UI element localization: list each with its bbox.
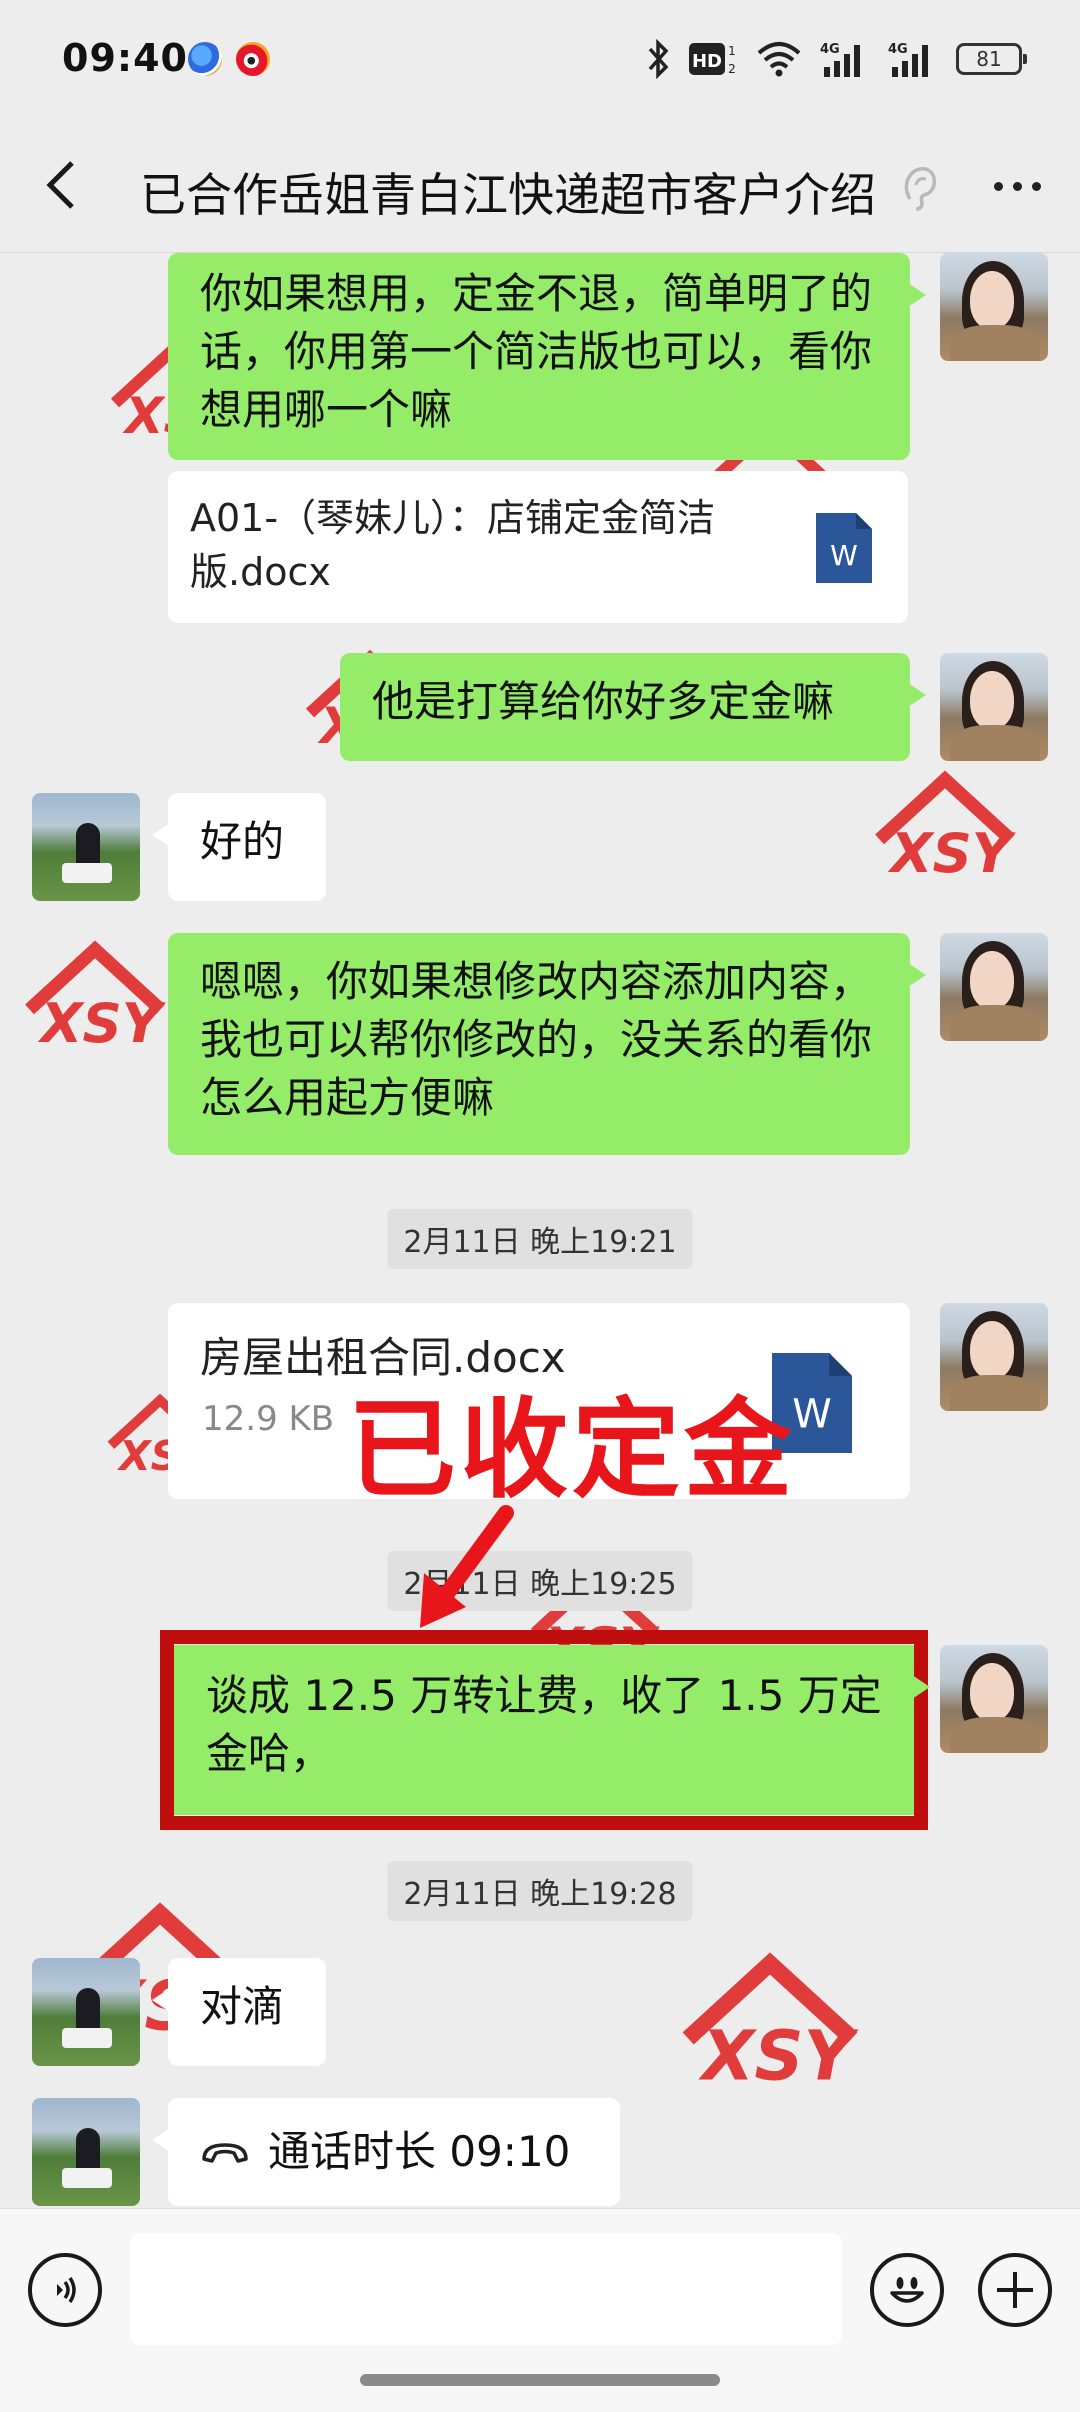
watermark-logo: XSY bbox=[682, 1952, 860, 2093]
plus-button[interactable] bbox=[978, 2253, 1052, 2327]
message-text: 好的 bbox=[200, 817, 285, 866]
annotation-text: 已收定金 bbox=[348, 1388, 797, 1513]
message-bubble-sent[interactable]: 他是打算给你好多定金嘛 bbox=[340, 653, 926, 761]
bluetooth-icon bbox=[648, 39, 669, 79]
more-dots-icon bbox=[993, 181, 1003, 191]
avatar[interactable] bbox=[940, 653, 1048, 761]
message-bubble-sent[interactable]: 嗯嗯，你如果想修改内容添加内容，我也可以帮你修改的，没关系的看你怎么用起方便嘛 bbox=[168, 933, 926, 1155]
phone-icon bbox=[202, 2143, 248, 2163]
svg-text:4G: 4G bbox=[820, 42, 840, 57]
message-bubble-sent[interactable]: 谈成 12.5 万转让费，收了 1.5 万定金哈， bbox=[174, 1645, 930, 1815]
chat-title: 已合作岳姐青白江快递超市客户介绍 bbox=[140, 168, 876, 222]
4g-signal-icon: 4G bbox=[820, 42, 860, 77]
hd-icon: HD 1 2 bbox=[689, 43, 736, 76]
wifi-icon bbox=[757, 42, 801, 77]
avatar[interactable] bbox=[32, 2098, 140, 2206]
watermark-logo: XSY bbox=[875, 770, 1017, 883]
message-text: 对滴 bbox=[200, 1982, 285, 2031]
status-time: 09:40 bbox=[62, 36, 188, 80]
file-name: A01-（琴妹儿）：店铺定金简洁版.docx bbox=[190, 496, 716, 594]
file-card[interactable]: A01-（琴妹儿）：店铺定金简洁版.docx W bbox=[168, 471, 908, 623]
word-document-icon: W bbox=[816, 513, 872, 583]
plus-icon bbox=[997, 2272, 1033, 2308]
timestamp: 2月11日 晚上19:25 bbox=[387, 1551, 693, 1611]
cloud-app-icon bbox=[188, 42, 222, 76]
voice-icon bbox=[57, 2277, 76, 2303]
message-list[interactable]: XSY XSY XSY XSY XSY XSY XSY XSY XSY XSY … bbox=[0, 253, 1080, 2208]
avatar[interactable] bbox=[32, 793, 140, 901]
svg-text:HD: HD bbox=[692, 51, 722, 72]
timestamp: 2月11日 晚上19:21 bbox=[387, 1209, 693, 1269]
file-size: 12.9 KB bbox=[202, 1399, 335, 1439]
battery-level: 81 bbox=[976, 47, 1002, 71]
ear-icon[interactable] bbox=[900, 163, 940, 213]
message-input[interactable] bbox=[130, 2233, 842, 2345]
chat-header: 已合作岳姐青白江快递超市客户介绍 bbox=[0, 125, 1080, 253]
message-text: 他是打算给你好多定金嘛 bbox=[372, 677, 835, 726]
back-button[interactable] bbox=[30, 155, 90, 215]
svg-text:2: 2 bbox=[728, 62, 736, 76]
message-text: 嗯嗯，你如果想修改内容添加内容，我也可以帮你修改的，没关系的看你怎么用起方便嘛 bbox=[200, 957, 873, 1122]
avatar[interactable] bbox=[940, 933, 1048, 1041]
avatar[interactable] bbox=[940, 1303, 1048, 1411]
call-record-bubble[interactable]: 通话时长 09:10 bbox=[152, 2098, 620, 2206]
emoji-icon bbox=[890, 2277, 924, 2303]
status-icons: HD 1 2 4G 4G 81 bbox=[646, 36, 1027, 82]
message-text: 你如果想用，定金不退，简单明了的话，你用第一个简洁版也可以，看你想用哪一个嘛 bbox=[200, 269, 873, 434]
weibo-icon bbox=[236, 42, 270, 76]
svg-text:4G: 4G bbox=[888, 42, 908, 57]
4g-signal-icon: 4G bbox=[888, 42, 928, 77]
status-bar: 09:40 HD 1 2 4G 4G 81 bbox=[0, 0, 1080, 125]
chevron-left-icon bbox=[46, 161, 74, 209]
svg-text:1: 1 bbox=[728, 44, 736, 58]
home-indicator[interactable] bbox=[360, 2374, 720, 2386]
more-button[interactable] bbox=[982, 161, 1052, 211]
message-bubble-received[interactable]: 对滴 bbox=[152, 1958, 326, 2066]
avatar[interactable] bbox=[940, 1645, 1048, 1753]
battery-icon: 81 bbox=[956, 43, 1027, 75]
message-text: 谈成 12.5 万转让费，收了 1.5 万定金哈， bbox=[206, 1671, 882, 1778]
avatar[interactable] bbox=[32, 1958, 140, 2066]
svg-text:XSY: XSY bbox=[887, 821, 1016, 883]
svg-text:XSY: XSY bbox=[698, 2017, 860, 2093]
svg-text:W: W bbox=[830, 539, 858, 572]
avatar[interactable] bbox=[940, 253, 1048, 361]
svg-text:W: W bbox=[792, 1391, 832, 1437]
watermark-logo: XSY bbox=[25, 940, 167, 1053]
svg-text:XSY: XSY bbox=[37, 991, 166, 1053]
emoji-button[interactable] bbox=[870, 2253, 944, 2327]
voice-button[interactable] bbox=[28, 2253, 102, 2327]
chat-screen: 09:40 HD 1 2 4G 4G 81 已合作岳姐青白江快递超市客户介绍 XSY… bbox=[0, 0, 1080, 2412]
call-duration: 通话时长 09:10 bbox=[268, 2127, 571, 2176]
message-bubble-sent[interactable]: 你如果想用，定金不退，简单明了的话，你用第一个简洁版也可以，看你想用哪一个嘛 bbox=[168, 253, 926, 460]
timestamp: 2月11日 晚上19:28 bbox=[387, 1861, 693, 1921]
message-bubble-received[interactable]: 好的 bbox=[152, 793, 326, 901]
